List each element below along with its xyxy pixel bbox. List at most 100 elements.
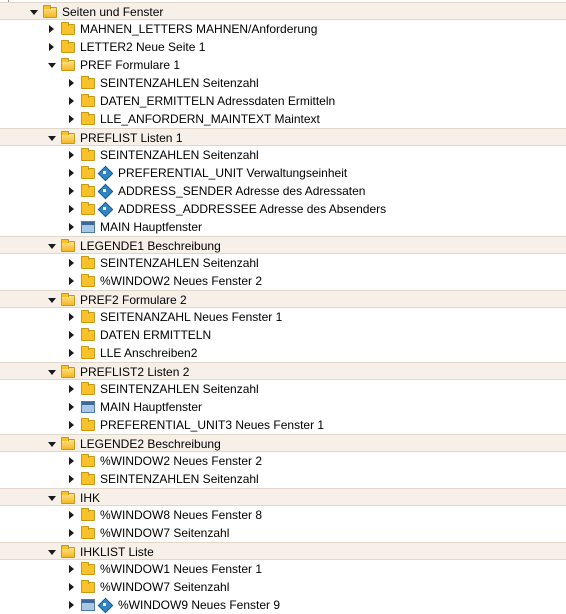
tree-node-label: %WINDOW2 Neues Fenster 2: [100, 454, 263, 468]
expand-toggle-icon[interactable]: [46, 38, 58, 56]
tree-node[interactable]: %WINDOW9 Neues Fenster 9: [0, 596, 566, 614]
collapse-toggle-icon[interactable]: [46, 543, 58, 561]
collapse-toggle-icon[interactable]: [46, 129, 58, 147]
expand-toggle-icon[interactable]: [66, 146, 78, 164]
folder-icon: [80, 526, 98, 540]
expand-toggle-icon[interactable]: [66, 596, 78, 614]
tree-node[interactable]: %WINDOW2 Neues Fenster 2: [0, 452, 566, 470]
tree-node[interactable]: PREFERENTIAL_UNIT3 Neues Fenster 1: [0, 416, 566, 434]
tree-node[interactable]: SEINTENZAHLEN Seitenzahl: [0, 146, 566, 164]
collapse-toggle-icon[interactable]: [46, 489, 58, 507]
tree-node[interactable]: PREFERENTIAL_UNIT Verwaltungseinheit: [0, 164, 566, 182]
expand-toggle-icon[interactable]: [66, 578, 78, 596]
folder-icon: [81, 184, 95, 197]
tree-node[interactable]: SEINTENZAHLEN Seitenzahl: [0, 470, 566, 488]
tree-node-label: LLE Anschreiben2: [100, 346, 198, 360]
expand-toggle-icon[interactable]: [66, 200, 78, 218]
tree-node[interactable]: PREF Formulare 1: [0, 56, 566, 74]
tree-node-label: %WINDOW2 Neues Fenster 2: [100, 274, 263, 288]
collapse-toggle-icon[interactable]: [46, 435, 58, 453]
expand-toggle-icon[interactable]: [66, 110, 78, 128]
expand-toggle-icon[interactable]: [66, 416, 78, 434]
expand-toggle-icon[interactable]: [66, 452, 78, 470]
tree-node[interactable]: %WINDOW7 Seitenzahl: [0, 524, 566, 542]
expand-toggle-icon[interactable]: [66, 164, 78, 182]
tree-node[interactable]: %WINDOW7 Seitenzahl: [0, 578, 566, 596]
folder-icon: [80, 580, 98, 594]
tree-node[interactable]: %WINDOW1 Neues Fenster 1: [0, 560, 566, 578]
folder-icon: [80, 382, 98, 396]
tree-node[interactable]: SEINTENZAHLEN Seitenzahl: [0, 74, 566, 92]
expand-toggle-icon[interactable]: [66, 182, 78, 200]
tree-node-label: PREFLIST Listen 1: [80, 131, 183, 145]
tree-node[interactable]: LEGENDE2 Beschreibung: [0, 434, 566, 452]
tree-node-label: PREFERENTIAL_UNIT3 Neues Fenster 1: [100, 418, 325, 432]
tree-node[interactable]: IHKLIST Liste: [0, 542, 566, 560]
collapse-toggle-icon[interactable]: [46, 56, 58, 74]
expand-toggle-icon[interactable]: [66, 560, 78, 578]
expand-toggle-icon[interactable]: [46, 20, 58, 38]
collapse-toggle-icon[interactable]: [46, 291, 58, 309]
expand-toggle-icon[interactable]: [66, 218, 78, 236]
tree-node-label: SEINTENZAHLEN Seitenzahl: [100, 76, 259, 90]
expand-toggle-icon[interactable]: [66, 254, 78, 272]
folder-open-icon: [60, 131, 78, 145]
layout-tree: Seiten und Fenster MAHNEN_LETTERS MAHNEN/…: [0, 2, 566, 614]
tree-node-label: SEINTENZAHLEN Seitenzahl: [100, 256, 259, 270]
tree-node[interactable]: LLE Anschreiben2: [0, 344, 566, 362]
expand-toggle-icon[interactable]: [66, 308, 78, 326]
tree-node-label: LLE_ANFORDERN_MAINTEXT Maintext: [100, 112, 320, 126]
node-icon-group: [80, 166, 110, 180]
tree-node[interactable]: %WINDOW8 Neues Fenster 8: [0, 506, 566, 524]
folder-open-icon: [60, 545, 78, 559]
expand-toggle-icon[interactable]: [66, 74, 78, 92]
folder-icon: [80, 148, 98, 162]
tree-node[interactable]: DATEN ERMITTELN: [0, 326, 566, 344]
tree-node[interactable]: Seiten und Fenster: [0, 2, 566, 20]
expand-toggle-icon[interactable]: [66, 272, 78, 290]
tree-node[interactable]: MAIN Hauptfenster: [0, 398, 566, 416]
expand-toggle-icon[interactable]: [66, 92, 78, 110]
folder-open-icon: [60, 293, 78, 307]
expand-toggle-icon[interactable]: [66, 524, 78, 542]
tree-node-label: ADDRESS_SENDER Adresse des Adressaten: [118, 184, 366, 198]
tree-node[interactable]: SEINTENZAHLEN Seitenzahl: [0, 254, 566, 272]
collapse-toggle-icon[interactable]: [28, 3, 40, 21]
address-element-icon: [98, 184, 112, 198]
tree-node-label: MAHNEN_LETTERS MAHNEN/Anforderung: [80, 22, 318, 36]
tree-node[interactable]: SEINTENZAHLEN Seitenzahl: [0, 380, 566, 398]
tree-node[interactable]: MAIN Hauptfenster: [0, 218, 566, 236]
expand-toggle-icon[interactable]: [66, 326, 78, 344]
tree-node[interactable]: PREFLIST Listen 1: [0, 128, 566, 146]
tree-node-label: PREF Formulare 1: [80, 58, 181, 72]
tree-node[interactable]: LEGENDE1 Beschreibung: [0, 236, 566, 254]
collapse-toggle-icon[interactable]: [46, 237, 58, 255]
window-icon: [80, 220, 98, 234]
expand-toggle-icon[interactable]: [66, 398, 78, 416]
tree-node[interactable]: IHK: [0, 488, 566, 506]
expand-toggle-icon[interactable]: [66, 380, 78, 398]
tree-node[interactable]: LLE_ANFORDERN_MAINTEXT Maintext: [0, 110, 566, 128]
tree-node[interactable]: ADDRESS_SENDER Adresse des Adressaten: [0, 182, 566, 200]
collapse-toggle-icon[interactable]: [46, 363, 58, 381]
tree-node-label: PREFLIST2 Listen 2: [80, 365, 190, 379]
folder-open-icon: [60, 365, 78, 379]
tree-node[interactable]: LETTER2 Neue Seite 1: [0, 38, 566, 56]
expand-toggle-icon[interactable]: [66, 470, 78, 488]
tree-node[interactable]: DATEN_ERMITTELN Adressdaten Ermitteln: [0, 92, 566, 110]
expand-toggle-icon[interactable]: [66, 506, 78, 524]
tree-node[interactable]: %WINDOW2 Neues Fenster 2: [0, 272, 566, 290]
tree-node[interactable]: PREFLIST2 Listen 2: [0, 362, 566, 380]
expand-toggle-icon[interactable]: [66, 344, 78, 362]
folder-icon: [80, 328, 98, 342]
tree-node[interactable]: ADDRESS_ADDRESSEE Adresse des Absenders: [0, 200, 566, 218]
tree-node-label: IHKLIST Liste: [80, 545, 154, 559]
folder-icon: [80, 562, 98, 576]
folder-icon: [80, 76, 98, 90]
tree-node-label: LEGENDE2 Beschreibung: [80, 437, 221, 451]
tree-node[interactable]: MAHNEN_LETTERS MAHNEN/Anforderung: [0, 20, 566, 38]
tree-node[interactable]: SEITENANZAHL Neues Fenster 1: [0, 308, 566, 326]
tree-node-label: SEINTENZAHLEN Seitenzahl: [100, 382, 259, 396]
tree-node[interactable]: PREF2 Formulare 2: [0, 290, 566, 308]
tree-node-label: %WINDOW1 Neues Fenster 1: [100, 562, 263, 576]
